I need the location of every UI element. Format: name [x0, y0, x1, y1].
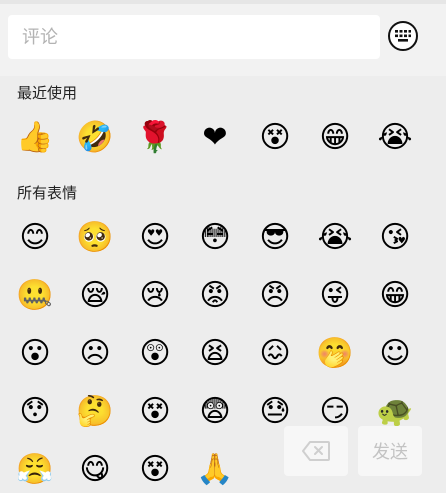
all-emoji-puzzled[interactable]: 😖: [255, 334, 295, 374]
top-divider: [0, 0, 446, 4]
all-emoji-astonished[interactable]: 😯: [15, 392, 55, 432]
all-emoji-pray[interactable]: 🙏: [195, 450, 235, 490]
all-emoji-thinking[interactable]: 🤔: [75, 392, 115, 432]
send-button-label: 发送: [372, 442, 408, 463]
all-emoji-sad-crying[interactable]: 😢: [135, 276, 175, 316]
all-emoji-furious[interactable]: 😠: [255, 276, 295, 316]
recent-emoji-thumbs-up[interactable]: 👍: [15, 118, 55, 158]
all-emoji-wink-tongue[interactable]: 😜: [315, 276, 355, 316]
all-section-title: 所有表情: [17, 184, 78, 202]
all-emoji-yummy[interactable]: 😋: [75, 450, 115, 490]
all-emoji-heart-eyes[interactable]: 😍: [135, 218, 175, 258]
all-emoji-hush[interactable]: 🤭: [315, 334, 355, 374]
all-emoji-angry-red[interactable]: 😡: [195, 276, 235, 316]
all-emoji-frown[interactable]: ☹: [75, 334, 115, 374]
recent-emoji-heart[interactable]: ❤: [195, 118, 235, 158]
recent-emoji-rolling-laugh[interactable]: 🤣: [75, 118, 115, 158]
recent-emoji-rose[interactable]: 🌹: [135, 118, 175, 158]
all-emoji-dazed[interactable]: 😳: [195, 218, 235, 258]
all-emoji-scream[interactable]: 😫: [195, 334, 235, 374]
recent-emoji-crying[interactable]: 😭: [375, 118, 415, 158]
send-button[interactable]: 发送: [358, 426, 422, 476]
composer-bar: [0, 0, 446, 76]
recent-section-title: 最近使用: [17, 84, 78, 102]
comment-input[interactable]: [8, 15, 380, 59]
all-emoji-big-grin[interactable]: 😁: [375, 276, 415, 316]
all-emoji-fearful[interactable]: 😨: [195, 392, 235, 432]
keyboard-toggle-button[interactable]: [388, 21, 418, 51]
all-emoji-blushing[interactable]: 😘: [375, 218, 415, 258]
all-emoji-mouth-sealed[interactable]: 🤐: [15, 276, 55, 316]
all-emoji-smile[interactable]: 😊: [15, 218, 55, 258]
delete-button[interactable]: [284, 426, 348, 476]
all-emoji-content[interactable]: ☺: [375, 334, 415, 374]
all-emoji-headband[interactable]: 😤: [15, 450, 55, 490]
all-emoji-sleepy[interactable]: 😪: [75, 276, 115, 316]
all-emoji-tearful[interactable]: 😭: [315, 218, 355, 258]
all-emoji-pouting[interactable]: 🥺: [75, 218, 115, 258]
recent-emoji-confused[interactable]: 😵: [255, 118, 295, 158]
all-emoji-surprised[interactable]: 😮: [15, 334, 55, 374]
keyboard-icon: [395, 30, 411, 42]
all-emoji-dizzy[interactable]: 😵: [135, 392, 175, 432]
all-emoji-confused-2[interactable]: 😵: [135, 450, 175, 490]
all-emoji-sunglasses[interactable]: 😎: [255, 218, 295, 258]
backspace-icon: [302, 441, 330, 461]
all-emoji-shocked[interactable]: 😲: [135, 334, 175, 374]
recent-emoji-grin[interactable]: 😁: [315, 118, 355, 158]
